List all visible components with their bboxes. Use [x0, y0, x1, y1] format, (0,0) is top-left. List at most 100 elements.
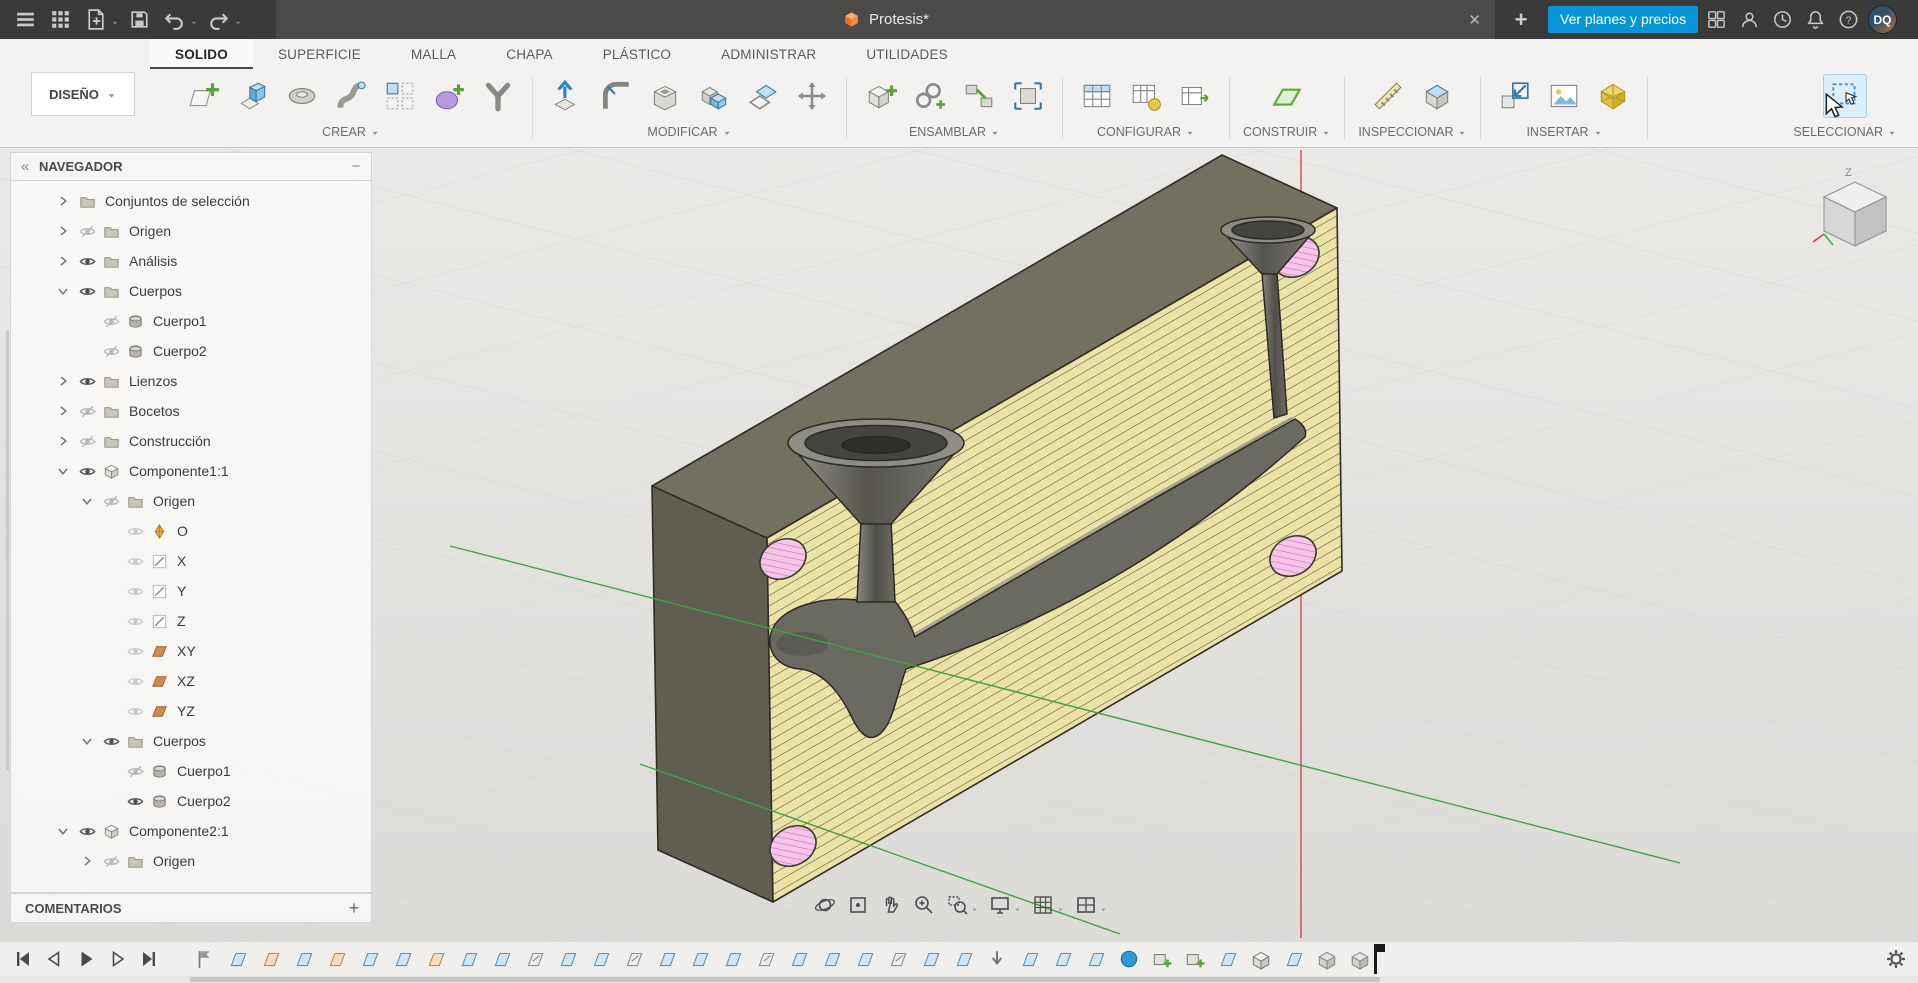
configure-features-icon[interactable]: [1125, 75, 1167, 117]
tree-item-cuerpo1[interactable]: Cuerpo1: [11, 756, 371, 786]
sprue-left-stem[interactable]: [856, 519, 896, 603]
timeline-feature-7-doc-blue-icon[interactable]: [390, 946, 416, 972]
timeline-feature-26-doc-blue-icon[interactable]: [1017, 946, 1043, 972]
expand-closed-icon[interactable]: [51, 401, 75, 421]
job-status-icon[interactable]: [1771, 8, 1794, 31]
insert-derive-icon[interactable]: [1494, 75, 1536, 117]
new-component-icon[interactable]: [860, 75, 902, 117]
configuration-table-icon[interactable]: [1076, 75, 1118, 117]
tree-item-componente2-1[interactable]: Componente2:1: [11, 816, 371, 846]
zoom-window-icon[interactable]: [945, 893, 969, 917]
redo-icon[interactable]: [206, 7, 231, 32]
tree-item-xz[interactable]: XZ: [11, 666, 371, 696]
timeline-feature-21-doc-blue-icon[interactable]: [852, 946, 878, 972]
zoom-button[interactable]: [912, 893, 936, 917]
expand-closed-icon[interactable]: [51, 431, 75, 451]
tree-item-z[interactable]: Z: [11, 606, 371, 636]
visibility-off-eye-icon[interactable]: [99, 851, 123, 871]
tree-item-origen[interactable]: Origen: [11, 846, 371, 876]
visibility-dim-eye-icon[interactable]: [123, 521, 147, 541]
tree-item-cuerpos[interactable]: Cuerpos: [11, 726, 371, 756]
timeline-feature-23-doc-blue-icon[interactable]: [918, 946, 944, 972]
document-tab[interactable]: Protesis* ✕: [276, 0, 1495, 39]
close-tab-button[interactable]: ✕: [1468, 0, 1481, 39]
visibility-on-eye-icon[interactable]: [75, 281, 99, 301]
timeline-feature-4-doc-blue-icon[interactable]: [291, 946, 317, 972]
timeline-feature-36-box-gray-icon[interactable]: [1347, 946, 1373, 972]
orbit-button[interactable]: [813, 893, 837, 917]
create-form-icon[interactable]: [428, 75, 470, 117]
viewports-icon[interactable]: [1074, 893, 1098, 917]
zoom-window-button[interactable]: [945, 893, 979, 917]
layout-grid-icon[interactable]: [1031, 893, 1055, 917]
timeline-feature-34-doc-blue-icon[interactable]: [1281, 946, 1307, 972]
tree-item-componente1-1[interactable]: Componente1:1: [11, 456, 371, 486]
joint-icon[interactable]: [909, 75, 951, 117]
visibility-off-eye-icon[interactable]: [75, 221, 99, 241]
tree-item-o[interactable]: O: [11, 516, 371, 546]
fillet-icon[interactable]: [595, 75, 637, 117]
visibility-off-eye-icon[interactable]: [99, 311, 123, 331]
timeline-feature-3-fillet-orange-icon[interactable]: [258, 946, 284, 972]
timeline-feature-2-doc-blue-icon[interactable]: [225, 946, 251, 972]
ribbon-group-label[interactable]: SELECCIONAR: [1793, 125, 1897, 139]
move-copy-icon[interactable]: [791, 75, 833, 117]
visibility-off-eye-icon[interactable]: [99, 341, 123, 361]
ribbon-tab-solido[interactable]: SOLIDO: [150, 39, 253, 69]
timeline-feature-28-doc-blue-icon[interactable]: [1083, 946, 1109, 972]
avatar[interactable]: DQ: [1868, 5, 1897, 34]
timeline-feature-35-box-gray-icon[interactable]: [1314, 946, 1340, 972]
extension-manager-icon[interactable]: [1705, 8, 1728, 31]
visibility-off-eye-icon[interactable]: [75, 401, 99, 421]
timeline-feature-5-fillet-orange-icon[interactable]: [324, 946, 350, 972]
chevron-down-icon[interactable]: [970, 901, 979, 911]
timeline-settings-gear-icon[interactable]: [1884, 947, 1908, 971]
new-tab-button[interactable]: +: [1504, 0, 1538, 39]
chevron-down-icon[interactable]: [1056, 901, 1065, 911]
chevron-down-icon[interactable]: [1099, 901, 1108, 911]
timeline-feature-12-doc-blue-icon[interactable]: [555, 946, 581, 972]
minimize-panel-button[interactable]: −: [341, 158, 371, 175]
expand-open-icon[interactable]: [75, 731, 99, 751]
expand-open-icon[interactable]: [51, 821, 75, 841]
ribbon-tab-pl-stico[interactable]: PLÁSTICO: [578, 39, 696, 69]
look-at-button[interactable]: [846, 893, 870, 917]
timeline-feature-14-sketch-gray-icon[interactable]: [621, 946, 647, 972]
undo-icon[interactable]: [162, 7, 187, 32]
visibility-off-eye-icon[interactable]: [99, 491, 123, 511]
timeline-feature-29-sphere-cyan-icon[interactable]: [1116, 946, 1142, 972]
timeline-position-marker[interactable]: [1374, 944, 1385, 974]
timeline-scrollbar[interactable]: [0, 976, 1918, 983]
measure-icon[interactable]: [1367, 75, 1409, 117]
ribbon-tab-utilidades[interactable]: UTILIDADES: [841, 39, 973, 69]
comments-bar[interactable]: COMENTARIOS +: [10, 893, 372, 923]
help-icon[interactable]: ?: [1837, 8, 1860, 31]
timeline-feature-15-doc-blue-icon[interactable]: [654, 946, 680, 972]
timeline-feature-33-component-box-icon[interactable]: [1248, 946, 1274, 972]
configuration-insert-icon[interactable]: [1174, 75, 1216, 117]
tree-item-y[interactable]: Y: [11, 576, 371, 606]
visibility-on-eye-icon[interactable]: [99, 731, 123, 751]
chevron-down-icon[interactable]: [233, 15, 243, 25]
tree-item-origen[interactable]: Origen: [11, 486, 371, 516]
timeline-feature-32-doc-blue-icon[interactable]: [1215, 946, 1241, 972]
create-sketch-icon[interactable]: [183, 75, 225, 117]
display-settings-button[interactable]: [988, 893, 1022, 917]
visibility-dim-eye-icon[interactable]: [123, 581, 147, 601]
live-collab-icon[interactable]: [1738, 8, 1761, 31]
step-forward-button[interactable]: [106, 947, 130, 971]
visibility-off-eye-icon[interactable]: [75, 431, 99, 451]
timeline-feature-1-flag-gray-icon[interactable]: [192, 946, 218, 972]
zoom-icon[interactable]: [912, 893, 936, 917]
shell-icon[interactable]: [644, 75, 686, 117]
collapse-panel-button[interactable]: «: [11, 158, 39, 175]
visibility-on-eye-icon[interactable]: [123, 791, 147, 811]
timeline-feature-16-doc-blue-icon[interactable]: [687, 946, 713, 972]
tree-item-bocetos[interactable]: Bocetos: [11, 396, 371, 426]
select-window-icon[interactable]: [1823, 74, 1868, 118]
insert-mesh-icon[interactable]: [1592, 75, 1634, 117]
pan-button[interactable]: [879, 893, 903, 917]
ribbon-tab-superficie[interactable]: SUPERFICIE: [253, 39, 386, 69]
timeline-feature-19-doc-blue-icon[interactable]: [786, 946, 812, 972]
sweep-icon[interactable]: [330, 75, 372, 117]
